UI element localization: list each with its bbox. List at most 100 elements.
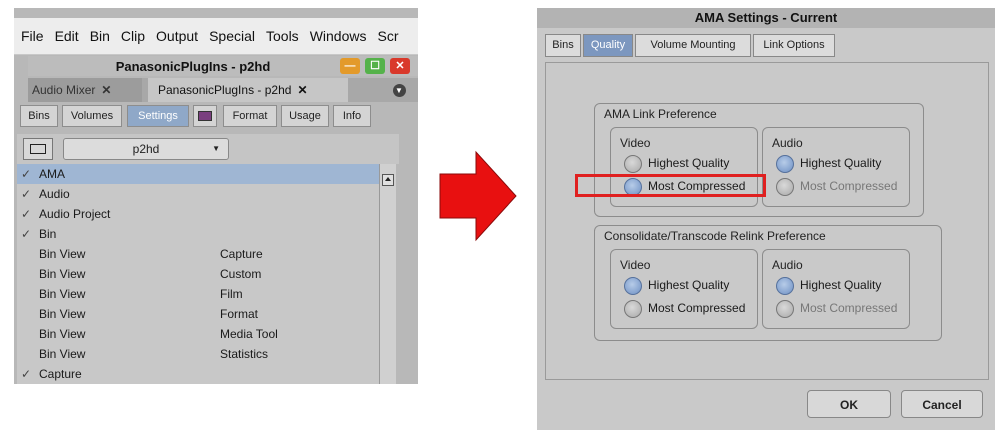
- list-item[interactable]: ✓ AMA: [17, 164, 379, 184]
- radio-label: Most Compressed: [800, 179, 898, 193]
- group-title: AMA Link Preference: [604, 107, 717, 121]
- setting-value: Statistics: [220, 347, 269, 361]
- tab-format[interactable]: Format: [223, 105, 277, 127]
- list-item[interactable]: Bin View Format: [17, 304, 379, 324]
- setting-name: Capture: [39, 367, 82, 381]
- quality-panel: AMA Link Preference Video Highest Qualit…: [545, 62, 989, 380]
- scrollbar[interactable]: [379, 164, 396, 384]
- checkmark-icon: ✓: [21, 227, 32, 241]
- tab-audio-mixer[interactable]: Audio Mixer ✕: [28, 78, 142, 102]
- setting-name: Bin View: [39, 287, 86, 301]
- tab-bins[interactable]: Bins: [545, 34, 581, 57]
- settings-toolbar: p2hd ▼: [17, 134, 399, 164]
- menu-bar: File Edit Bin Clip Output Special Tools …: [14, 18, 418, 55]
- menu-clip[interactable]: Clip: [121, 28, 145, 44]
- view-toggle-icon[interactable]: [23, 138, 53, 160]
- consolidate-audio-most-compressed-radio[interactable]: [776, 300, 794, 318]
- tab-quality[interactable]: Quality: [583, 34, 633, 57]
- cancel-button[interactable]: Cancel: [901, 390, 983, 418]
- tab-panasonic-plugins[interactable]: PanasonicPlugIns - p2hd ✕: [148, 78, 348, 102]
- list-item[interactable]: Bin View Film: [17, 284, 379, 304]
- checkmark-icon: ✓: [21, 167, 32, 181]
- tab-menu-icon[interactable]: ▼: [388, 78, 410, 102]
- group-title: Consolidate/Transcode Relink Preference: [604, 229, 826, 243]
- tab-format-icon[interactable]: [193, 105, 217, 127]
- close-icon[interactable]: ✕: [297, 83, 307, 97]
- list-item[interactable]: ✓ Audio: [17, 184, 379, 204]
- consolidate-video-most-compressed-radio[interactable]: [624, 300, 642, 318]
- menu-edit[interactable]: Edit: [55, 28, 79, 44]
- audio-label: Audio: [772, 136, 803, 150]
- radio-label: Highest Quality: [648, 278, 730, 292]
- audio-label: Audio: [772, 258, 803, 272]
- setting-value: Custom: [220, 267, 262, 281]
- minimize-button[interactable]: —: [340, 58, 360, 74]
- project-title: PanasonicPlugIns - p2hd: [115, 59, 271, 74]
- setting-name: Audio: [39, 187, 70, 201]
- menu-windows[interactable]: Windows: [310, 28, 367, 44]
- consolidate-video-highest-quality-radio[interactable]: [624, 277, 642, 295]
- checkmark-icon: ✓: [21, 187, 32, 201]
- list-item[interactable]: Bin View Statistics: [17, 344, 379, 364]
- tab-panasonic-plugins-label: PanasonicPlugIns - p2hd: [158, 83, 292, 97]
- list-item[interactable]: ✓ Audio Project: [17, 204, 379, 224]
- highlight-box: [575, 174, 766, 197]
- tab-volumes[interactable]: Volumes: [62, 105, 122, 127]
- menu-output[interactable]: Output: [156, 28, 198, 44]
- setting-value: Capture: [220, 247, 263, 261]
- menu-script[interactable]: Scr: [377, 28, 398, 44]
- maximize-button[interactable]: ☐: [365, 58, 385, 74]
- chevron-down-icon: ▼: [212, 144, 220, 153]
- radio-label: Highest Quality: [800, 278, 882, 292]
- ama-audio-highest-quality-radio[interactable]: [776, 155, 794, 173]
- tab-bins[interactable]: Bins: [20, 105, 58, 127]
- setting-name: Bin View: [39, 247, 86, 261]
- setting-name: Audio Project: [39, 207, 111, 221]
- checkmark-icon: ✓: [21, 367, 32, 381]
- settings-list: ✓ AMA ✓ Audio ✓ Audio Project ✓ Bin Bin View Capt…: [17, 164, 379, 384]
- setting-value: Media Tool: [220, 327, 278, 341]
- scroll-up-icon[interactable]: [382, 174, 394, 186]
- project-window-screenshot: File Edit Bin Clip Output Special Tools …: [14, 8, 418, 384]
- setting-name: Bin View: [39, 307, 86, 321]
- setting-name: Bin View: [39, 347, 86, 361]
- radio-label: Highest Quality: [648, 156, 730, 170]
- project-subtabs: Bins Volumes Settings Format Usage Info: [17, 104, 399, 128]
- settings-dropdown[interactable]: p2hd ▼: [63, 138, 229, 160]
- checkmark-icon: ✓: [21, 207, 32, 221]
- video-label: Video: [620, 258, 651, 272]
- tab-usage[interactable]: Usage: [281, 105, 329, 127]
- settings-dropdown-value: p2hd: [132, 142, 160, 156]
- tab-link-options[interactable]: Link Options: [753, 34, 835, 57]
- dialog-title: AMA Settings - Current: [537, 8, 995, 28]
- ok-button[interactable]: OK: [807, 390, 891, 418]
- close-icon[interactable]: ✕: [101, 83, 111, 97]
- radio-label: Most Compressed: [648, 301, 746, 315]
- menu-file[interactable]: File: [21, 28, 44, 44]
- ama-video-highest-quality-radio[interactable]: [624, 155, 642, 173]
- setting-name: Bin: [39, 227, 57, 241]
- close-button[interactable]: ✕: [390, 58, 410, 74]
- setting-name: Bin View: [39, 267, 86, 281]
- list-item[interactable]: Bin View Custom: [17, 264, 379, 284]
- ama-audio-most-compressed-radio[interactable]: [776, 178, 794, 196]
- list-item[interactable]: Bin View Capture: [17, 244, 379, 264]
- radio-label: Most Compressed: [800, 301, 898, 315]
- menu-special[interactable]: Special: [209, 28, 255, 44]
- list-item[interactable]: Bin View Media Tool: [17, 324, 379, 344]
- ama-settings-dialog: AMA Settings - Current Bins Quality Volu…: [537, 8, 995, 430]
- tab-settings[interactable]: Settings: [127, 105, 189, 127]
- setting-value: Format: [220, 307, 259, 321]
- tab-volume-mounting[interactable]: Volume Mounting: [635, 34, 751, 57]
- list-item[interactable]: ✓ Bin: [17, 224, 379, 244]
- tab-info[interactable]: Info: [333, 105, 371, 127]
- video-label: Video: [620, 136, 651, 150]
- consolidate-audio-highest-quality-radio[interactable]: [776, 277, 794, 295]
- menu-tools[interactable]: Tools: [266, 28, 299, 44]
- red-arrow-icon: [439, 150, 517, 242]
- list-item[interactable]: ✓ Capture: [17, 364, 379, 384]
- tab-audio-mixer-label: Audio Mixer: [32, 83, 96, 97]
- project-tab-strip: Audio Mixer ✕ PanasonicPlugIns - p2hd ✕ ▼: [28, 78, 418, 102]
- project-title-bar: PanasonicPlugIns - p2hd — ☐ ✕: [28, 56, 418, 76]
- menu-bin[interactable]: Bin: [90, 28, 110, 44]
